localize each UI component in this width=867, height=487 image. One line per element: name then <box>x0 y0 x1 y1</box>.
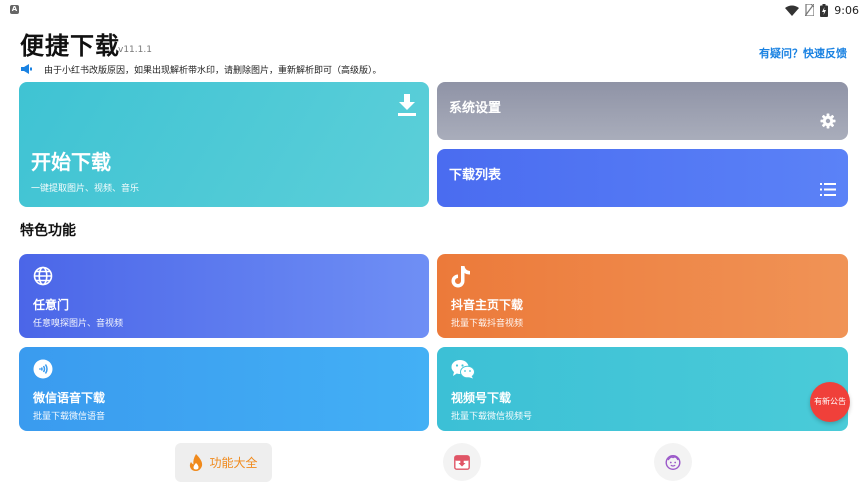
flame-icon <box>190 454 203 471</box>
feature-title: 微信语音下载 <box>33 391 106 405</box>
download-icon <box>398 94 416 116</box>
megaphone-icon <box>21 64 32 74</box>
feedback-link[interactable]: 有疑问？快速反馈 <box>759 45 847 61</box>
settings-label: 系统设置 <box>449 101 502 116</box>
app-version: v11.1.1 <box>118 45 152 55</box>
features-section-title: 特色功能 <box>20 223 76 239</box>
notification-icon: A <box>10 5 19 14</box>
wechat-icon <box>451 360 475 379</box>
start-download-subtitle: 一键提取图片、视频、音乐 <box>31 184 140 194</box>
download-list-card[interactable]: 下载列表 <box>437 149 848 207</box>
feature-title: 任意门 <box>33 298 70 312</box>
feature-title: 视频号下载 <box>451 391 512 405</box>
feature-card-wechat-voice[interactable]: 微信语音下载 批量下载微信语音 <box>19 347 429 431</box>
feature-title: 抖音主页下载 <box>451 298 524 312</box>
wifi-icon <box>785 5 800 16</box>
bottom-nav: 功能大全 <box>0 440 867 487</box>
list-icon <box>820 183 836 196</box>
feature-card-portal[interactable]: 任意门 任意嗅探图片、音视频 <box>19 254 429 338</box>
notice-bar[interactable]: 由于小红书改版原因，如果出现解析带水印，请删除图片，重新解析即可（高级版）。 <box>20 62 382 76</box>
gear-icon <box>820 113 836 129</box>
download-box-icon <box>454 454 470 470</box>
tiktok-icon <box>451 266 470 288</box>
nav-item-label: 功能大全 <box>209 456 258 470</box>
status-icons: 9:06 <box>785 3 859 17</box>
status-time: 9:06 <box>834 3 859 17</box>
no-sim-icon <box>805 4 815 16</box>
feature-card-douyin[interactable]: 抖音主页下载 批量下载抖音视频 <box>437 254 848 338</box>
feature-subtitle: 批量下载抖音视频 <box>451 319 524 329</box>
face-icon <box>665 455 681 470</box>
start-download-title: 开始下载 <box>31 150 111 174</box>
feature-subtitle: 批量下载微信视频号 <box>451 412 533 422</box>
globe-icon <box>33 266 53 286</box>
nav-item-downloads[interactable] <box>443 443 481 481</box>
notice-text: 由于小红书改版原因，如果出现解析带水印，请删除图片，重新解析即可（高级版）。 <box>44 65 382 76</box>
nav-item-profile[interactable] <box>654 443 692 481</box>
feature-subtitle: 批量下载微信语音 <box>33 412 106 422</box>
battery-charging-icon <box>820 3 829 17</box>
status-bar: A 9:06 <box>0 0 867 20</box>
nav-item-all-features[interactable]: 功能大全 <box>175 443 272 482</box>
start-download-card[interactable]: 开始下载 一键提取图片、视频、音乐 <box>19 82 429 207</box>
app-title: 便捷下载 <box>20 32 120 60</box>
voice-icon <box>33 359 53 379</box>
feature-card-wechat-channels[interactable]: 视频号下载 批量下载微信视频号 <box>437 347 848 431</box>
feature-subtitle: 任意嗅探图片、音视频 <box>33 319 124 329</box>
settings-card[interactable]: 系统设置 <box>437 82 848 140</box>
download-list-label: 下载列表 <box>449 168 502 183</box>
new-announcement-badge[interactable]: 有新公告 <box>810 382 850 422</box>
